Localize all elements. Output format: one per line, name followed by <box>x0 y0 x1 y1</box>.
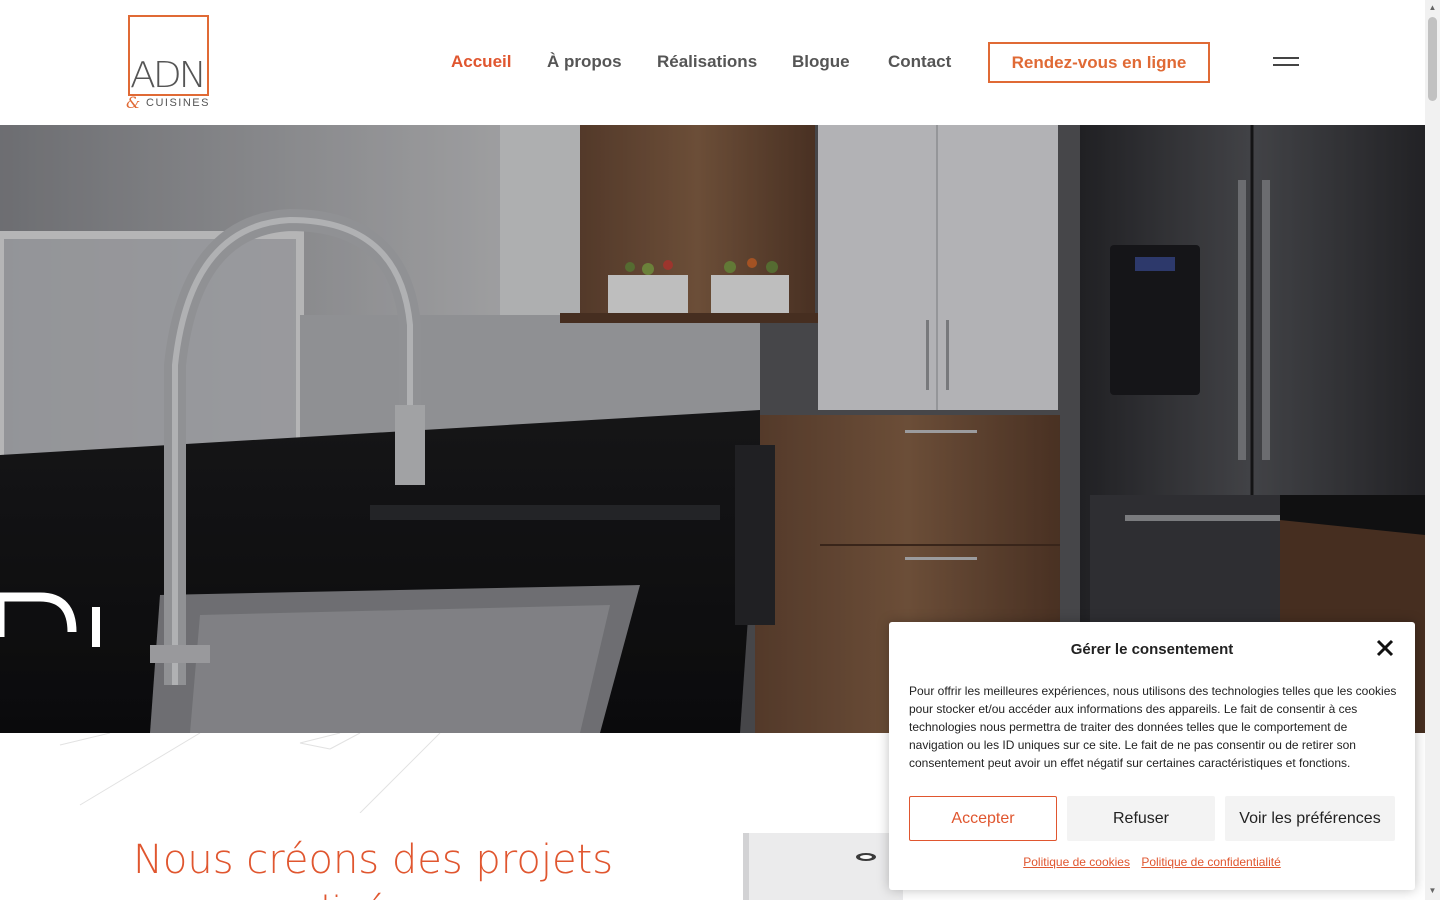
hamburger-icon[interactable] <box>1273 57 1299 67</box>
intro-headline: Nous créons des projets personnalisés po… <box>133 837 614 900</box>
scroll-down-icon[interactable]: ▼ <box>1428 886 1437 895</box>
nav-item-a-propos[interactable]: À propos <box>547 52 622 72</box>
hero-overlay-text <box>0 587 110 647</box>
consent-title: Gérer le consentement <box>1070 641 1234 658</box>
nav-item-accueil[interactable]: Accueil <box>451 52 511 72</box>
rendez-vous-button[interactable]: Rendez-vous en ligne <box>988 42 1210 83</box>
accept-button[interactable]: Accepter <box>909 796 1057 841</box>
nav-item-blogue[interactable]: Blogue <box>792 52 850 72</box>
scroll-up-icon[interactable]: ▲ <box>1428 3 1437 12</box>
nav-item-realisations[interactable]: Réalisations <box>657 52 757 72</box>
logo-subtitle: CUISINES <box>146 97 210 109</box>
cookie-policy-link[interactable]: Politique de cookies <box>1023 855 1130 869</box>
consent-text: Pour offrir les meilleures expériences, … <box>909 684 1397 770</box>
scroll-thumb[interactable] <box>1428 17 1437 101</box>
page: ADN & CUISINES Accueil À propos Réalisat… <box>0 0 1440 900</box>
decorative-lines <box>59 733 441 813</box>
close-icon[interactable] <box>1375 638 1395 658</box>
privacy-policy-link[interactable]: Politique de confidentialité <box>1141 855 1280 869</box>
consent-links: Politique de cookies Politique de confid… <box>889 855 1415 869</box>
preferences-button[interactable]: Voir les préférences <box>1225 796 1395 841</box>
site-header: ADN & CUISINES Accueil À propos Réalisat… <box>0 0 1425 125</box>
page-scrollbar[interactable]: ▲ ▼ <box>1425 0 1440 900</box>
logo-mark: ADN <box>130 55 207 96</box>
consent-modal: Gérer le consentement Pour offrir les me… <box>889 622 1415 890</box>
project-photo <box>743 833 903 900</box>
logo[interactable]: ADN & CUISINES <box>126 15 210 112</box>
refuse-button[interactable]: Refuser <box>1067 796 1215 841</box>
nav-item-contact[interactable]: Contact <box>888 52 951 72</box>
